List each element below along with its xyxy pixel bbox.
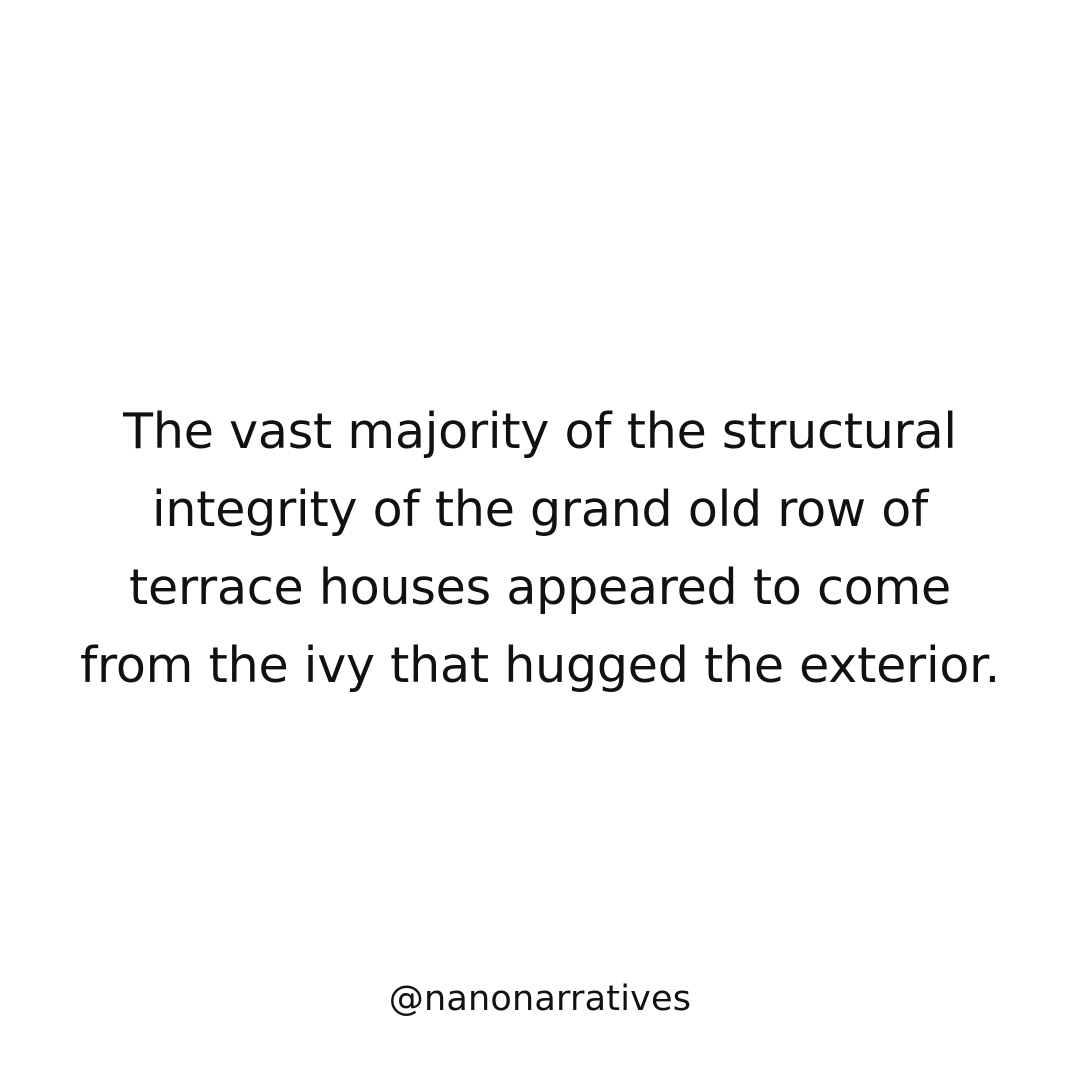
quote-text: The vast majority of the structural inte…: [40, 393, 1040, 705]
author-handle: @nanonarratives: [388, 979, 692, 1019]
quote-line-1: The vast majority of the structural: [123, 403, 957, 460]
quote-line-2: integrity of the grand old row of: [151, 481, 929, 538]
post-canvas: The vast majority of the structural inte…: [0, 0, 1080, 1080]
quote-line-4: from the ivy that hugged the exterior.: [79, 637, 1000, 694]
quote-line-3: terrace houses appeared to come: [128, 559, 951, 616]
